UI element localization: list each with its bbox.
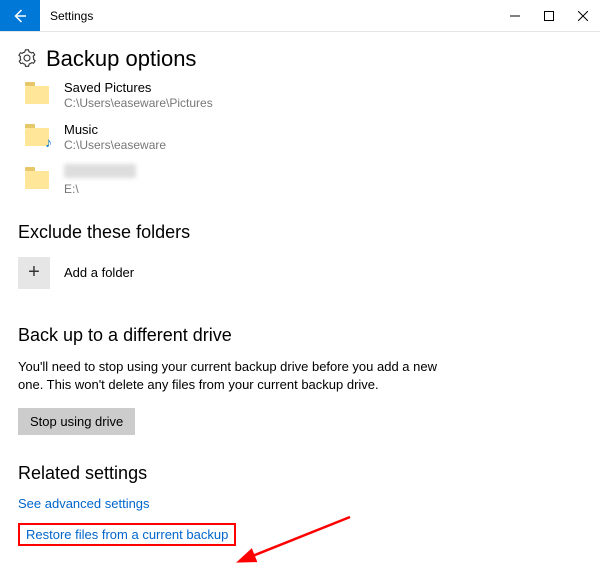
plus-icon: + bbox=[18, 257, 50, 289]
folder-name: Music bbox=[64, 122, 166, 138]
annotation-highlight: Restore files from a current backup bbox=[18, 523, 236, 546]
page-title: Backup options bbox=[46, 46, 196, 72]
section-related-heading: Related settings bbox=[18, 463, 582, 484]
list-item[interactable]: E:\ bbox=[18, 160, 582, 204]
add-folder-label: Add a folder bbox=[64, 265, 134, 280]
folder-icon bbox=[24, 84, 50, 106]
list-item[interactable]: ♪ Music C:\Users\easeware bbox=[18, 118, 582, 160]
arrow-left-icon bbox=[11, 7, 29, 25]
folder-path: C:\Users\easeware\Pictures bbox=[64, 96, 213, 110]
restore-files-link[interactable]: Restore files from a current backup bbox=[26, 527, 228, 542]
maximize-icon bbox=[544, 11, 554, 21]
close-button[interactable] bbox=[566, 0, 600, 32]
advanced-settings-link[interactable]: See advanced settings bbox=[18, 496, 582, 511]
list-item[interactable]: Saved Pictures C:\Users\easeware\Picture… bbox=[18, 76, 582, 118]
app-title: Settings bbox=[40, 0, 498, 31]
music-folder-icon: ♪ bbox=[24, 126, 50, 148]
add-folder-button[interactable]: + Add a folder bbox=[18, 255, 582, 291]
folder-icon bbox=[24, 169, 50, 191]
back-button[interactable] bbox=[0, 0, 40, 31]
stop-using-drive-button[interactable]: Stop using drive bbox=[18, 408, 135, 435]
annotation-arrow bbox=[240, 512, 360, 575]
section-backup-drive-heading: Back up to a different drive bbox=[18, 325, 582, 346]
close-icon bbox=[578, 11, 588, 21]
backup-drive-description: You'll need to stop using your current b… bbox=[18, 358, 438, 394]
folder-name-redacted bbox=[64, 164, 136, 182]
maximize-button[interactable] bbox=[532, 0, 566, 32]
folder-path: E:\ bbox=[64, 182, 136, 196]
minimize-button[interactable] bbox=[498, 0, 532, 32]
section-exclude-heading: Exclude these folders bbox=[18, 222, 582, 243]
gear-icon bbox=[18, 49, 36, 70]
folder-name: Saved Pictures bbox=[64, 80, 213, 96]
minimize-icon bbox=[510, 11, 520, 21]
folder-path: C:\Users\easeware bbox=[64, 138, 166, 152]
